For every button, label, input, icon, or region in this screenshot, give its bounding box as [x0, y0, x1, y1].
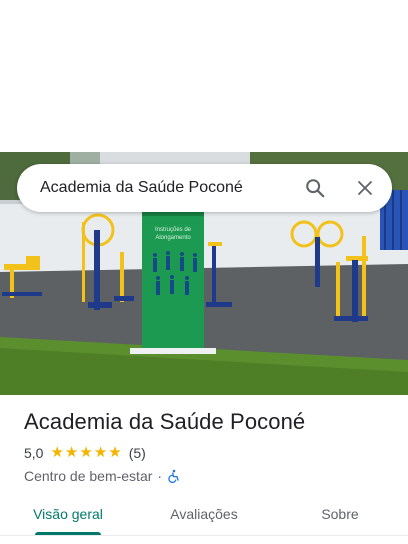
tab-about[interactable]: Sobre [272, 494, 408, 544]
star-icon: ★ [93, 444, 108, 461]
star-rating: ★ ★ ★ ★ ★ [50, 444, 122, 461]
tab-label: Sobre [321, 506, 359, 522]
tabs-divider [0, 535, 408, 536]
tab-overview[interactable]: Visão geral [0, 494, 136, 544]
search-bar[interactable]: Academia da Saúde Poconé [17, 164, 392, 212]
place-title: Academia da Saúde Poconé [24, 409, 306, 434]
star-icon: ★ [64, 444, 79, 461]
search-icon [306, 179, 325, 198]
star-icon: ★ [79, 444, 93, 461]
wheelchair-accessible-icon [168, 469, 179, 483]
separator-dot: · [157, 468, 163, 484]
close-icon [358, 181, 372, 195]
place-category: Centro de bem-estar [24, 468, 153, 484]
place-info: Academia da Saúde Poconé 5,0 ★ ★ ★ ★ ★ (… [24, 408, 394, 484]
tab-label: Visão geral [33, 506, 103, 522]
tab-reviews[interactable]: Avaliações [136, 494, 272, 544]
rating-value: 5,0 [24, 445, 44, 461]
svg-text:Alongamento: Alongamento [155, 235, 191, 241]
category-row: Centro de bem-estar · [24, 468, 394, 484]
review-count[interactable]: (5) [129, 445, 146, 461]
place-tabs: Visão geral Avaliações Sobre [0, 494, 408, 544]
star-icon: ★ [50, 444, 64, 461]
close-button[interactable] [345, 168, 385, 208]
svg-text:Instruções de: Instruções de [155, 227, 192, 233]
star-icon: ★ [108, 444, 122, 461]
tab-label: Avaliações [170, 506, 238, 522]
search-button[interactable] [295, 168, 335, 208]
rating-row[interactable]: 5,0 ★ ★ ★ ★ ★ (5) [24, 445, 394, 461]
search-query[interactable]: Academia da Saúde Poconé [17, 179, 295, 197]
